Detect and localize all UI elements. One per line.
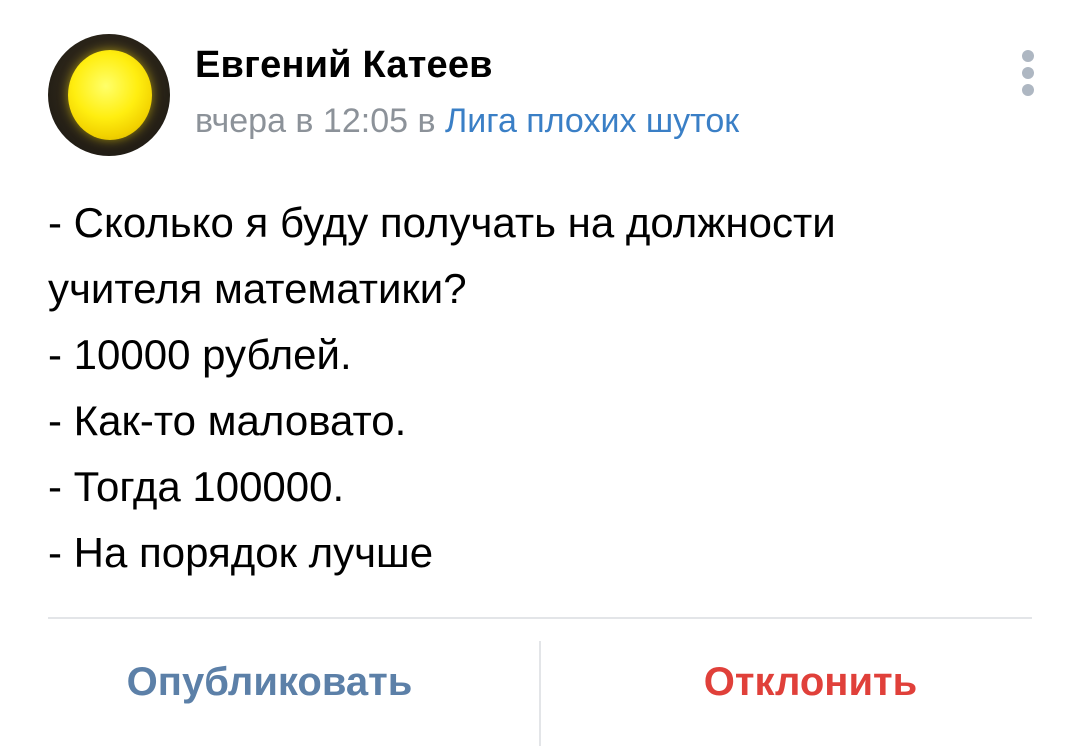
author-name[interactable]: Евгений Катеев bbox=[195, 44, 493, 87]
post-time: вчера в 12:05 в bbox=[195, 102, 436, 140]
post-text: - Сколько я буду получать на должности у… bbox=[48, 190, 1028, 586]
post-text-line: учителя математики? bbox=[48, 265, 467, 312]
post-actions: Опубликовать Отклонить bbox=[0, 619, 1080, 746]
yellow-lamp-image bbox=[68, 50, 152, 140]
post-text-line: - Тогда 100000. bbox=[48, 463, 345, 510]
reject-button[interactable]: Отклонить bbox=[541, 619, 1080, 746]
post-text-line: - Как-то маловато. bbox=[48, 397, 407, 444]
post-text-line: - 10000 рублей. bbox=[48, 331, 352, 378]
post-meta: вчера в 12:05 в Лига плохих шуток bbox=[195, 102, 739, 141]
post-header: Евгений Катеев вчера в 12:05 в Лига плох… bbox=[48, 34, 1038, 160]
post-text-line: - Сколько я буду получать на должности bbox=[48, 199, 836, 246]
more-vertical-icon[interactable] bbox=[1018, 50, 1038, 100]
post-text-line: - На порядок лучше bbox=[48, 529, 434, 576]
author-avatar[interactable] bbox=[48, 34, 170, 156]
group-link[interactable]: Лига плохих шуток bbox=[445, 102, 739, 140]
suggested-post-card: Евгений Катеев вчера в 12:05 в Лига плох… bbox=[0, 0, 1080, 746]
publish-button[interactable]: Опубликовать bbox=[0, 619, 539, 746]
